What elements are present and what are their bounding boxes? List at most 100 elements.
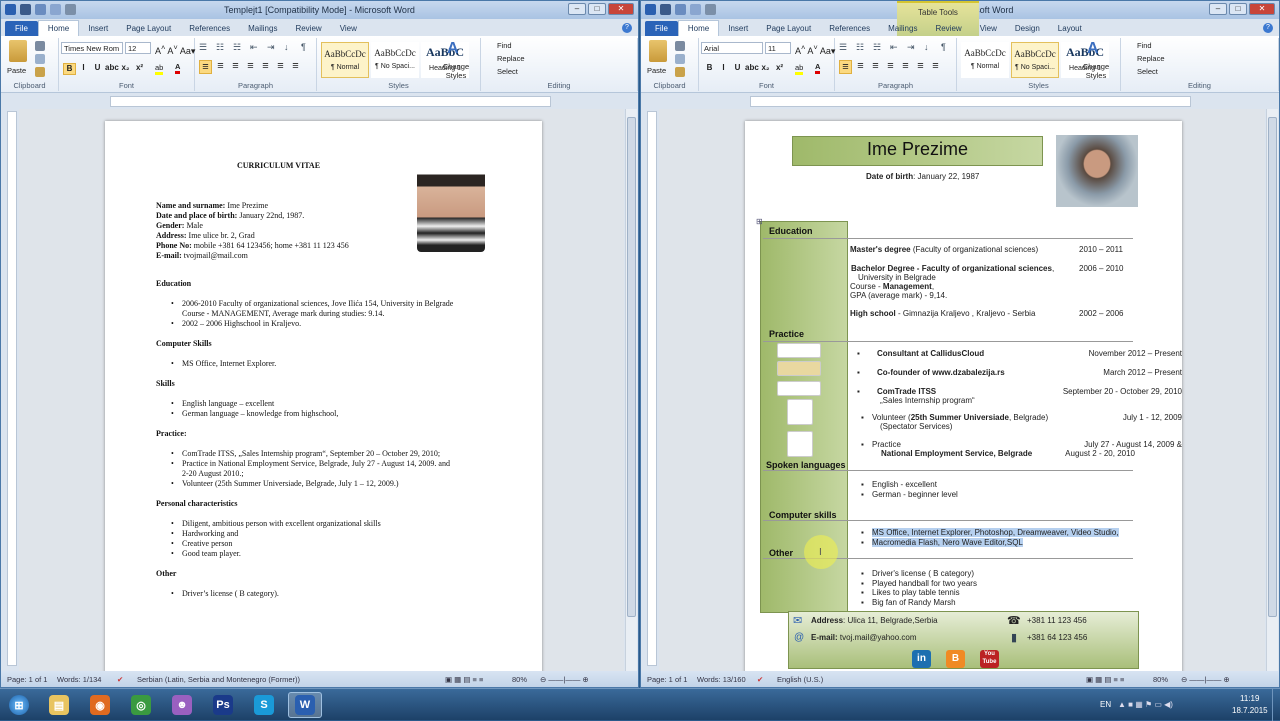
maximize-button[interactable]: □	[588, 3, 606, 15]
replace-button[interactable]: Replace	[497, 54, 525, 63]
sort-icon[interactable]: ↓	[284, 42, 289, 52]
vertical-scrollbar[interactable]	[625, 109, 637, 673]
shading-icon[interactable]: ≡	[274, 60, 287, 72]
font-btn-superscript[interactable]: x²	[773, 63, 786, 75]
tab-table-design[interactable]: Design	[1006, 21, 1049, 36]
tab-page-layout[interactable]: Page Layout	[757, 21, 820, 36]
cut-icon[interactable]	[35, 41, 45, 51]
borders-icon[interactable]: ≡	[929, 60, 942, 72]
font-btn-bold[interactable]: B	[703, 63, 716, 75]
align-right-button[interactable]: ≡	[229, 60, 242, 72]
page-count[interactable]: Page: 1 of 1	[647, 675, 687, 684]
proofing-icon[interactable]: ✔	[117, 675, 123, 684]
show-marks-icon[interactable]: ¶	[301, 42, 306, 52]
tab-insert[interactable]: Insert	[79, 21, 117, 36]
shading-icon[interactable]: ≡	[914, 60, 927, 72]
scrollbar-thumb[interactable]	[627, 117, 636, 617]
tab-references[interactable]: References	[820, 21, 879, 36]
justify-button[interactable]: ≡	[884, 60, 897, 72]
minimize-button[interactable]: –	[568, 3, 586, 15]
show-desktop-button[interactable]	[1272, 689, 1280, 721]
font-name-field[interactable]: Times New Rom	[61, 42, 123, 54]
paste-button[interactable]: Paste	[647, 66, 666, 75]
vertical-ruler[interactable]	[7, 111, 17, 666]
clock-date[interactable]: 18.7.2015	[1232, 706, 1268, 715]
decrease-indent-icon[interactable]: ⇤	[890, 42, 898, 53]
font-btn-subscript[interactable]: x₂	[759, 63, 772, 75]
tab-view[interactable]: View	[331, 21, 366, 36]
replace-button[interactable]: Replace	[1137, 54, 1165, 63]
tab-home[interactable]: Home	[677, 20, 720, 36]
tab-review[interactable]: Review	[926, 21, 970, 36]
language-indicator[interactable]: EN	[1100, 700, 1111, 709]
align-center-button[interactable]: ≡	[214, 60, 227, 72]
word-count[interactable]: Words: 1/134	[57, 675, 101, 684]
multilevel-icon[interactable]: ☵	[873, 42, 881, 53]
taskbar-app-chrome[interactable]: ◎	[124, 692, 158, 718]
font-btn-italic[interactable]: I	[77, 63, 90, 75]
align-left-button[interactable]: ≡	[199, 60, 212, 74]
table-move-handle[interactable]: ⊞	[756, 217, 763, 226]
language[interactable]: Serbian (Latin, Serbia and Montenegro (F…	[137, 675, 300, 684]
paste-button[interactable]: Paste	[7, 66, 26, 75]
tab-home[interactable]: Home	[37, 20, 80, 36]
grow-font-icon[interactable]: A˄ A˅ Aa▾	[155, 43, 195, 57]
word-count[interactable]: Words: 13/160	[697, 675, 746, 684]
find-button[interactable]: Find	[497, 41, 512, 50]
style-normal[interactable]: AaBbCcDc ¶ Normal	[321, 42, 369, 78]
view-buttons[interactable]: ▣ ▦ ▤ ≡ ≡	[445, 675, 483, 684]
font-btn-underline[interactable]: U	[91, 63, 104, 75]
copy-icon[interactable]	[675, 54, 685, 64]
taskbar-app-windows-explorer[interactable]: ▤	[42, 692, 76, 718]
decrease-indent-icon[interactable]: ⇤	[250, 42, 258, 53]
align-right-button[interactable]: ≡	[869, 60, 882, 72]
copy-icon[interactable]	[35, 54, 45, 64]
justify-button[interactable]: ≡	[244, 60, 257, 72]
numbering-icon[interactable]: ☷	[856, 42, 864, 53]
font-btn-subscript[interactable]: x₂	[119, 63, 132, 75]
change-styles-button[interactable]: A	[1087, 40, 1105, 58]
grow-font-icon[interactable]: A˄ A˅ Aa▾	[795, 43, 835, 57]
sort-icon[interactable]: ↓	[924, 42, 929, 52]
format-painter-icon[interactable]	[35, 67, 45, 77]
paste-icon[interactable]	[649, 40, 667, 62]
view-buttons[interactable]: ▣ ▦ ▤ ≡ ≡	[1086, 675, 1124, 684]
borders-icon[interactable]: ≡	[289, 60, 302, 72]
taskbar-app-firefox[interactable]: ◉	[83, 692, 117, 718]
tab-mailings[interactable]: Mailings	[879, 21, 926, 36]
line-spacing-icon[interactable]: ≡	[259, 60, 272, 72]
close-button[interactable]: ✕	[608, 3, 634, 15]
tab-insert[interactable]: Insert	[719, 21, 757, 36]
paste-icon[interactable]	[9, 40, 27, 62]
taskbar-app-messenger[interactable]: ☻	[165, 692, 199, 718]
help-icon[interactable]: ?	[622, 23, 632, 33]
font-btn-underline[interactable]: U	[731, 63, 744, 75]
show-marks-icon[interactable]: ¶	[941, 42, 946, 52]
font-btn-strikethrough[interactable]: abc	[105, 63, 119, 75]
taskbar-app-ps[interactable]: Ps	[206, 692, 240, 718]
tray-icons[interactable]: ▲ ■ ▦ ⚑ ▭ ◀)	[1118, 700, 1173, 709]
scrollbar-thumb[interactable]	[1268, 117, 1277, 617]
font-size-field[interactable]: 11	[765, 42, 791, 54]
vertical-ruler[interactable]	[647, 111, 657, 666]
font-btn-italic[interactable]: I	[717, 63, 730, 75]
numbering-icon[interactable]: ☷	[216, 42, 224, 53]
page-count[interactable]: Page: 1 of 1	[7, 675, 47, 684]
help-icon[interactable]: ?	[1263, 23, 1273, 33]
proofing-icon[interactable]: ✔	[757, 675, 763, 684]
tab-references[interactable]: References	[180, 21, 239, 36]
format-painter-icon[interactable]	[675, 67, 685, 77]
clock-time[interactable]: 11:19	[1240, 694, 1259, 703]
horizontal-ruler[interactable]	[749, 96, 1192, 107]
select-button[interactable]: Select	[1137, 67, 1158, 76]
tab-mailings[interactable]: Mailings	[239, 21, 286, 36]
highlight-icon[interactable]: ab	[795, 63, 804, 75]
font-btn-superscript[interactable]: x²	[133, 63, 146, 75]
start-button[interactable]: ⊞	[2, 692, 36, 718]
font-color-icon[interactable]: A	[815, 62, 821, 74]
tab-table-layout[interactable]: Layout	[1049, 21, 1091, 36]
horizontal-ruler[interactable]	[109, 96, 551, 107]
tab-view[interactable]: View	[971, 21, 1006, 36]
bullets-icon[interactable]: ☰	[839, 42, 847, 53]
zoom-level[interactable]: 80%	[1153, 675, 1168, 684]
